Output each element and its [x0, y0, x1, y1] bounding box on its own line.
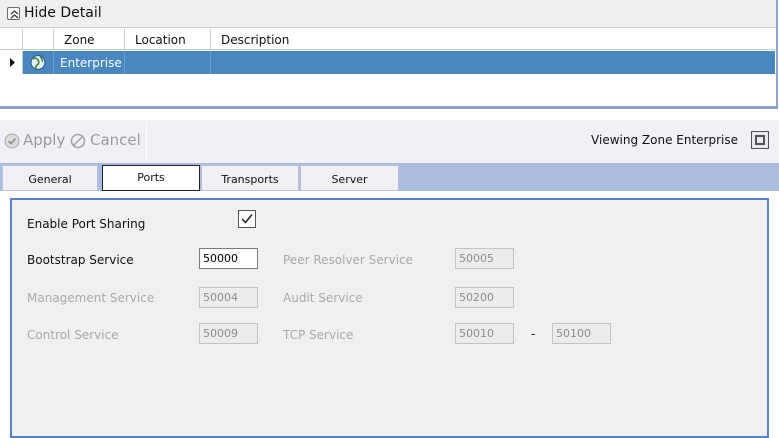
- check-circle-icon: [4, 133, 20, 149]
- collapse-up-icon[interactable]: [7, 7, 20, 20]
- tab-general[interactable]: General: [2, 165, 98, 191]
- header-indicator-cell: [0, 29, 23, 50]
- management-service-label: Management Service: [27, 291, 155, 305]
- grid-header: Zone Location Description: [0, 29, 775, 50]
- zone-cell[interactable]: Enterprise: [54, 51, 125, 74]
- description-cell[interactable]: [211, 51, 775, 74]
- bootstrap-service-label: Bootstrap Service: [27, 253, 134, 267]
- globe-icon: [30, 54, 46, 71]
- apply-button[interactable]: Apply: [4, 131, 66, 151]
- enable-port-sharing-label: Enable Port Sharing: [27, 217, 146, 231]
- tcp-service-label: TCP Service: [283, 328, 354, 342]
- row-indicator: [0, 51, 23, 74]
- management-service-input[interactable]: 50004: [199, 287, 258, 308]
- toolbar: Apply Cancel Viewing Zone Enterprise: [0, 120, 779, 163]
- viewing-zone-label: Viewing Zone Enterprise: [591, 133, 738, 147]
- zone-globe-cell: [23, 51, 54, 74]
- maximize-icon[interactable]: [751, 131, 769, 149]
- cancel-circle-icon: [70, 133, 86, 149]
- column-header-description[interactable]: Description: [211, 29, 775, 50]
- bootstrap-service-input[interactable]: 50000: [199, 248, 258, 269]
- table-row[interactable]: Enterprise: [0, 51, 775, 74]
- column-header-location[interactable]: Location: [125, 29, 211, 50]
- cancel-button[interactable]: Cancel: [70, 131, 141, 151]
- tcp-service-to-input[interactable]: 50100: [552, 323, 611, 344]
- row-arrow-icon: [10, 58, 15, 67]
- apply-label: Apply: [23, 131, 66, 149]
- enable-port-sharing-checkbox[interactable]: [238, 210, 256, 228]
- tab-ports[interactable]: Ports: [102, 165, 200, 191]
- hide-detail-label[interactable]: Hide Detail: [24, 5, 102, 21]
- tab-server[interactable]: Server: [300, 165, 399, 191]
- tab-strip: General Ports Transports Server: [0, 163, 779, 191]
- control-service-label: Control Service: [27, 328, 119, 342]
- tab-transports[interactable]: Transports: [201, 165, 299, 191]
- audit-service-label: Audit Service: [283, 291, 363, 305]
- column-header-zone[interactable]: Zone: [54, 29, 125, 50]
- tcp-range-separator: -: [531, 327, 536, 341]
- header-icon-cell: [23, 29, 54, 50]
- audit-service-input[interactable]: 50200: [455, 287, 514, 308]
- control-service-input[interactable]: 50009: [199, 323, 258, 344]
- peer-resolver-service-label: Peer Resolver Service: [283, 253, 414, 267]
- checkmark-icon: [241, 214, 253, 224]
- ports-panel: [10, 198, 769, 438]
- peer-resolver-service-input[interactable]: 50005: [455, 248, 514, 269]
- cancel-label: Cancel: [90, 131, 141, 149]
- detail-panel: Hide Detail Zone Location Description En…: [0, 0, 778, 109]
- tcp-service-from-input[interactable]: 50010: [455, 323, 514, 344]
- location-cell[interactable]: [125, 51, 211, 74]
- hide-detail-bar[interactable]: Hide Detail: [0, 0, 776, 28]
- toolbar-separator: [146, 124, 147, 160]
